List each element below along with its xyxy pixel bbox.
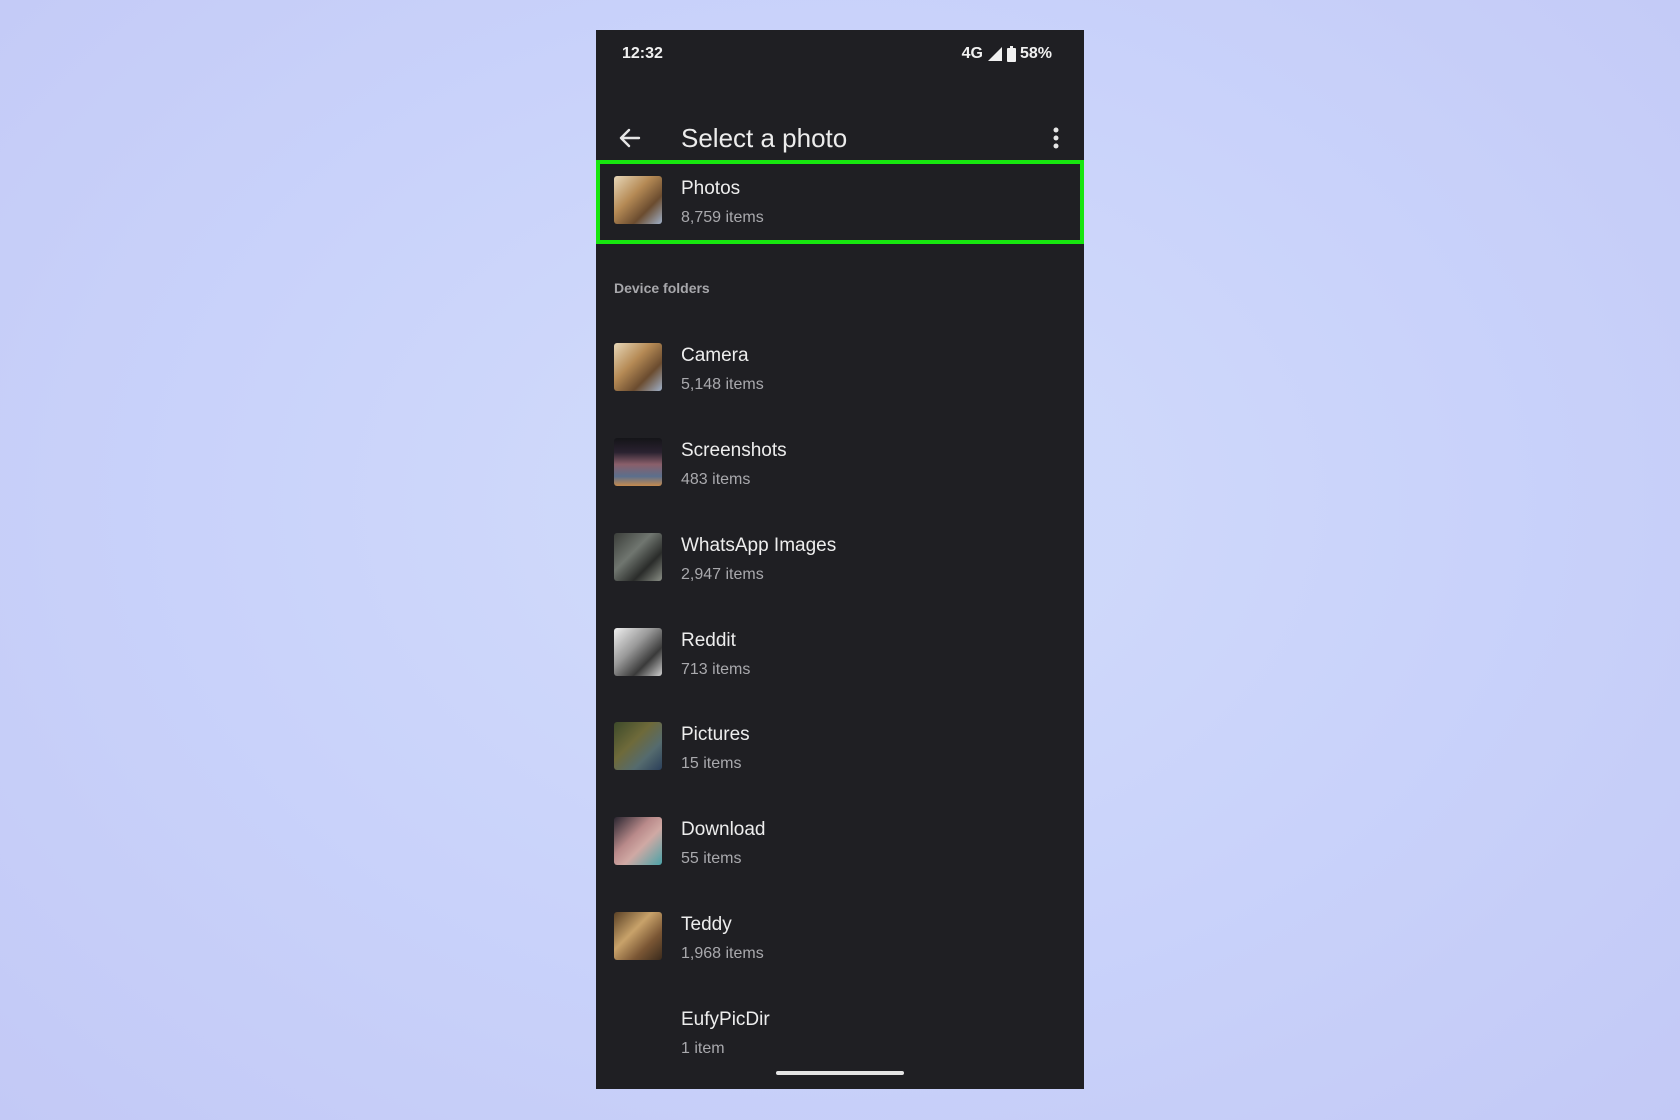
- folder-row-teddy[interactable]: Teddy 1,968 items: [596, 896, 1084, 980]
- folder-count: 1 item: [681, 1040, 725, 1057]
- folder-row-whatsapp-images[interactable]: WhatsApp Images 2,947 items: [596, 517, 1084, 601]
- folder-name: Reddit: [681, 630, 736, 651]
- folder-count: 2,947 items: [681, 566, 764, 583]
- network-type: 4G: [961, 45, 983, 62]
- folder-thumbnail: [614, 628, 662, 676]
- folder-name: Download: [681, 819, 766, 840]
- folder-count: 5,148 items: [681, 376, 764, 393]
- status-indicators: 4G 58%: [962, 45, 1052, 63]
- back-button[interactable]: [614, 122, 646, 154]
- more-vert-icon: [1053, 127, 1059, 149]
- folder-thumbnail: [614, 817, 662, 865]
- folder-thumbnail: [614, 438, 662, 486]
- signal-icon: [987, 47, 1002, 61]
- folder-name: Screenshots: [681, 440, 787, 461]
- folder-thumbnail: [614, 533, 662, 581]
- folder-row-reddit[interactable]: Reddit 713 items: [596, 612, 1084, 696]
- page-title: Select a photo: [681, 123, 848, 153]
- folder-thumbnail: [614, 722, 662, 770]
- folder-thumbnail: [614, 912, 662, 960]
- album-name: Photos: [681, 178, 741, 199]
- folder-count: 15 items: [681, 755, 742, 772]
- battery-icon: [1006, 46, 1016, 62]
- folder-count: 713 items: [681, 661, 751, 678]
- status-time: 12:32: [622, 45, 663, 62]
- folder-row-screenshots[interactable]: Screenshots 483 items: [596, 422, 1084, 506]
- folder-row-pictures[interactable]: Pictures 15 items: [596, 706, 1084, 790]
- battery-percent: 58%: [1019, 45, 1052, 62]
- home-indicator[interactable]: [776, 1071, 904, 1075]
- album-row-photos[interactable]: Photos 8,759 items: [596, 160, 1084, 244]
- app-bar: Select a photo: [596, 110, 1084, 166]
- folder-name: Camera: [681, 345, 749, 366]
- status-bar: 12:32 4G 58%: [596, 30, 1084, 80]
- album-count: 8,759 items: [681, 209, 764, 226]
- folder-thumbnail: [614, 343, 662, 391]
- folder-name: Teddy: [681, 914, 732, 935]
- section-header-device-folders: Device folders: [614, 280, 710, 296]
- folder-name: WhatsApp Images: [681, 535, 837, 556]
- folder-count: 1,968 items: [681, 945, 764, 962]
- folder-name: EufyPicDir: [681, 1009, 770, 1030]
- folder-count: 55 items: [681, 850, 742, 867]
- folder-name: Pictures: [681, 724, 750, 745]
- folder-count: 483 items: [681, 471, 751, 488]
- folder-row-download[interactable]: Download 55 items: [596, 801, 1084, 885]
- arrow-back-icon: [619, 128, 641, 148]
- album-thumbnail: [614, 176, 662, 224]
- more-options-button[interactable]: [1044, 122, 1068, 154]
- folder-row-camera[interactable]: Camera 5,148 items: [596, 327, 1084, 411]
- folder-row-eufypicdir[interactable]: EufyPicDir 1 item: [596, 991, 1084, 1075]
- phone-screen: 12:32 4G 58% Select a photo Photos 8,759…: [596, 30, 1084, 1089]
